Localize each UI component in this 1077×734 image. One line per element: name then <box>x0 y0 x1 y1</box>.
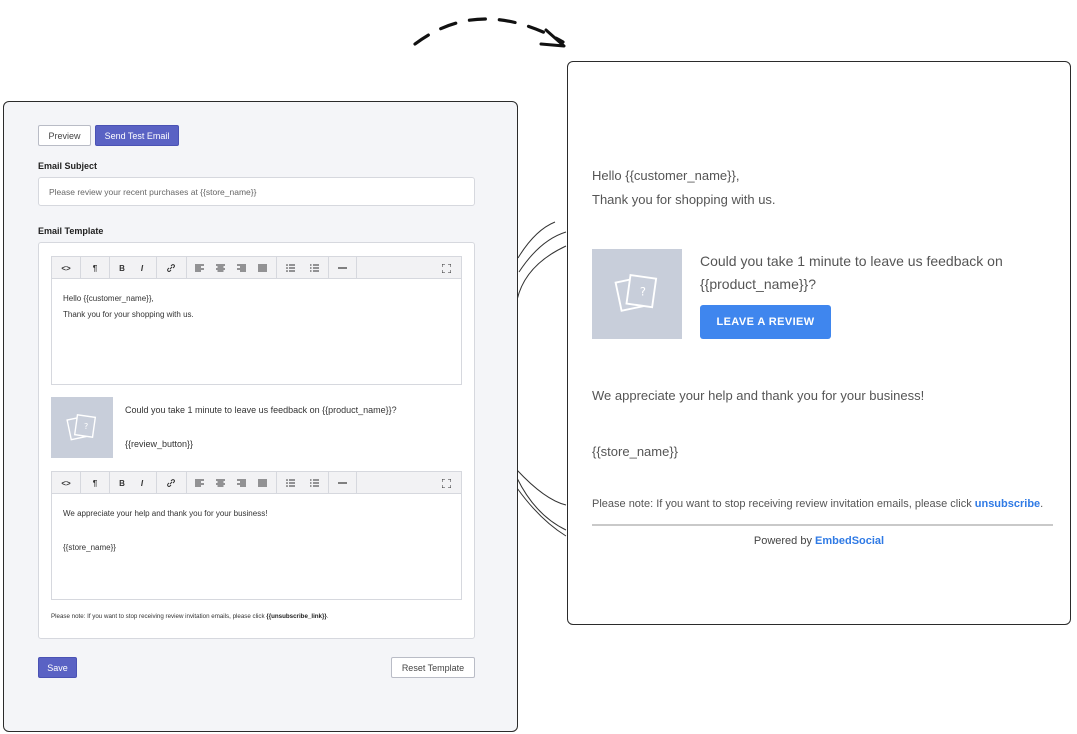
preview-button[interactable]: Preview <box>38 125 91 146</box>
save-button[interactable]: Save <box>38 657 77 678</box>
email-preview-panel: Hello {{customer_name}}, Thank you for s… <box>567 61 1071 625</box>
photo-placeholder-icon: ? <box>66 413 97 440</box>
reset-template-button[interactable]: Reset Template <box>391 657 475 678</box>
preview-appreciation: We appreciate your help and thank you fo… <box>592 388 925 403</box>
paragraph-format-icon[interactable]: ¶ <box>85 472 105 494</box>
bullet-list-icon[interactable] <box>282 257 298 279</box>
editor-toolbar: <> ¶ B I <box>52 257 461 279</box>
svg-text:?: ? <box>640 284 646 298</box>
unsubscribe-link[interactable]: unsubscribe <box>975 498 1040 510</box>
align-center-icon[interactable] <box>212 257 228 279</box>
footer-divider <box>592 524 1053 526</box>
align-center-icon[interactable] <box>212 472 228 494</box>
appreciation-line: We appreciate your help and thank you fo… <box>63 509 268 518</box>
ordered-list-icon[interactable] <box>306 472 322 494</box>
preview-product-image-placeholder: ? <box>592 249 682 339</box>
store-name-line: {{store_name}} <box>63 543 116 552</box>
email-template-container: <> ¶ B I Hello {{customer_name}}, Thank … <box>38 242 475 639</box>
email-subject-label: Email Subject <box>38 161 98 171</box>
justify-icon[interactable] <box>254 472 270 494</box>
bottom-rich-text-editor[interactable]: <> ¶ B I We appreciate your help and tha… <box>51 471 462 600</box>
preview-store-name: {{store_name}} <box>592 444 679 459</box>
editor-toolbar: <> ¶ B I <box>52 472 461 494</box>
unsubscribe-note: Please note: If you want to stop receivi… <box>51 613 329 620</box>
send-test-email-button[interactable]: Send Test Email <box>95 125 179 146</box>
embedsocial-link[interactable]: EmbedSocial <box>815 535 884 547</box>
italic-icon[interactable]: I <box>134 257 150 279</box>
email-subject-input[interactable] <box>38 177 475 206</box>
photo-placeholder-icon: ? <box>614 274 658 312</box>
code-view-icon[interactable]: <> <box>56 257 76 279</box>
preview-product-question: Could you take 1 minute to leave us feed… <box>700 253 1003 292</box>
align-left-icon[interactable] <box>191 472 207 494</box>
bold-icon[interactable]: B <box>114 472 130 494</box>
paragraph-format-icon[interactable]: ¶ <box>85 257 105 279</box>
align-left-icon[interactable] <box>191 257 207 279</box>
greeting-line: Hello {{customer_name}}, <box>63 294 154 303</box>
email-template-label: Email Template <box>38 226 104 236</box>
bullet-list-icon[interactable] <box>282 472 298 494</box>
code-view-icon[interactable]: <> <box>56 472 76 494</box>
ordered-list-icon[interactable] <box>306 257 322 279</box>
product-question-text: Could you take 1 minute to leave us feed… <box>125 405 397 415</box>
justify-icon[interactable] <box>254 257 270 279</box>
preview-greeting: Hello {{customer_name}}, <box>592 168 740 183</box>
horizontal-rule-icon[interactable] <box>333 472 351 494</box>
bold-icon[interactable]: B <box>114 257 130 279</box>
link-icon[interactable] <box>161 472 181 494</box>
email-editor-panel: Preview Send Test Email Email Subject Em… <box>3 101 518 732</box>
powered-by: Powered by EmbedSocial <box>753 535 885 547</box>
thanks-line: Thank you for your shopping with us. <box>63 310 194 319</box>
fullscreen-icon[interactable] <box>437 472 455 494</box>
leave-a-review-button[interactable]: LEAVE A REVIEW <box>700 305 831 339</box>
svg-text:?: ? <box>84 422 88 431</box>
product-image-placeholder: ? <box>51 397 113 458</box>
horizontal-rule-icon[interactable] <box>333 257 351 279</box>
top-rich-text-editor[interactable]: <> ¶ B I Hello {{customer_name}}, Thank … <box>51 256 462 385</box>
unsubscribe-link-placeholder: {{unsubscribe_link}} <box>266 613 327 620</box>
italic-icon[interactable]: I <box>134 472 150 494</box>
fullscreen-icon[interactable] <box>437 257 455 279</box>
align-right-icon[interactable] <box>233 257 249 279</box>
link-icon[interactable] <box>161 257 181 279</box>
preview-thanks: Thank you for shopping with us. <box>592 192 776 207</box>
review-button-placeholder: {{review_button}} <box>125 439 194 449</box>
align-right-icon[interactable] <box>233 472 249 494</box>
preview-unsubscribe-note: Please note: If you want to stop receivi… <box>592 498 1044 510</box>
